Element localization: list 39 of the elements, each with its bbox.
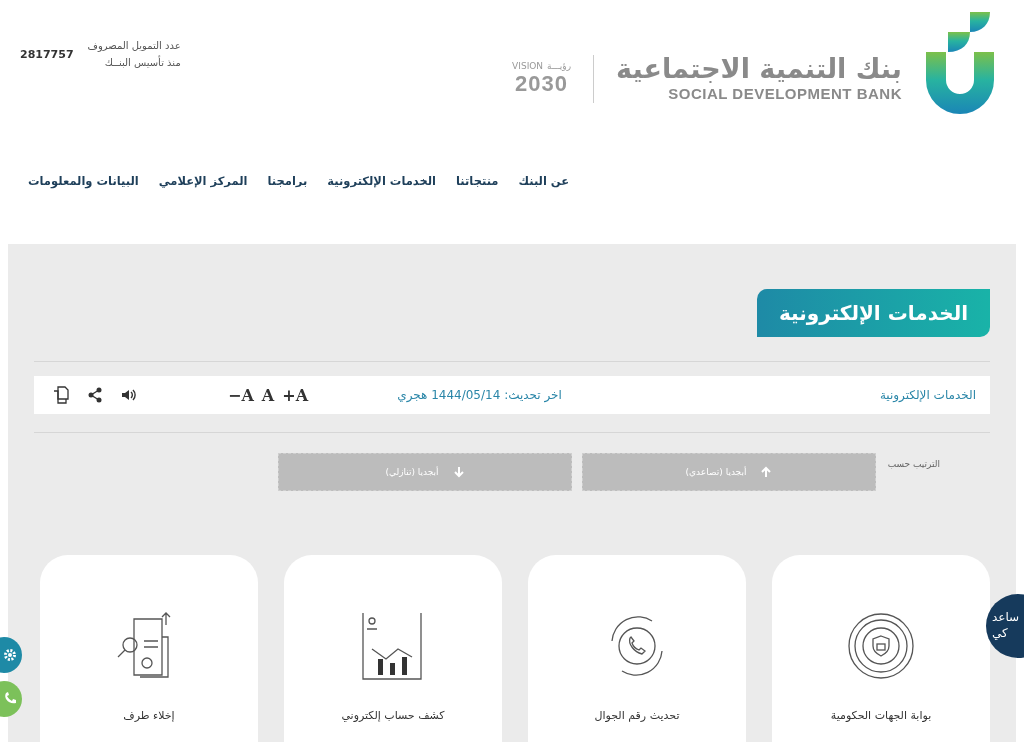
- arrow-down-icon: [452, 466, 465, 478]
- vision-year-text: 2030: [515, 71, 569, 97]
- nav-link[interactable]: عن البنك: [518, 174, 570, 244]
- nav-link[interactable]: البيانات والمعلومات: [28, 174, 139, 244]
- service-title: بوابة الجهات الحكومية: [830, 709, 932, 722]
- service-card[interactable]: بوابة الجهات الحكومية: [772, 555, 990, 742]
- service-title: تحديث رقم الجوال: [594, 709, 680, 722]
- shield-icon: [846, 611, 916, 681]
- font-size-button[interactable]: +A: [282, 385, 309, 405]
- font-size-button[interactable]: A: [261, 385, 275, 405]
- copy-icon[interactable]: [52, 386, 70, 404]
- nav-link[interactable]: منتجاتنا: [456, 174, 499, 244]
- service-title: كشف حساب إلكتروني: [341, 709, 445, 722]
- counter-label: عدد التمويل المصروف: [87, 40, 181, 51]
- sort-label: الترتيب حسب: [886, 459, 940, 469]
- settings-icon: [3, 648, 17, 662]
- assistant-text: ساعد: [992, 610, 1020, 626]
- bank-logo-icon: [924, 12, 996, 116]
- breadcrumb-link[interactable]: الخدمات الإلكترونية: [879, 388, 976, 402]
- service-card[interactable]: تحديث رقم الجوال: [528, 555, 746, 742]
- vision-arabic-text: رؤيـــة: [547, 61, 572, 71]
- font-size-button[interactable]: −A: [228, 385, 254, 405]
- nav-link[interactable]: المركز الإعلامي: [158, 174, 248, 244]
- service-card[interactable]: إخلاء طرف: [40, 555, 258, 742]
- share-icon[interactable]: [86, 386, 104, 404]
- phone-icon: [3, 692, 17, 706]
- vision-text: VISION: [512, 61, 544, 71]
- page-title: الخدمات الإلكترونية: [757, 289, 990, 337]
- assistant-text: كي: [992, 626, 1008, 642]
- nav-link[interactable]: برامجنا: [267, 174, 308, 244]
- logo-english-text: SOCIAL DEVELOPMENT BANK: [668, 85, 902, 103]
- nav-link[interactable]: الخدمات الإلكترونية: [327, 174, 437, 244]
- last-updated-text: اخر تحديث: 1444/05/14 هجري: [397, 388, 562, 402]
- counter-label: منذ تأسيس البنــك: [103, 57, 181, 68]
- arrow-up-icon: [760, 466, 773, 478]
- service-card[interactable]: كشف حساب إلكتروني: [284, 555, 502, 742]
- service-title: إخلاء طرف: [123, 709, 175, 722]
- counter-value: 2817757: [20, 47, 74, 61]
- logo-arabic-text: بنك التنمية الاجتماعية: [616, 53, 902, 84]
